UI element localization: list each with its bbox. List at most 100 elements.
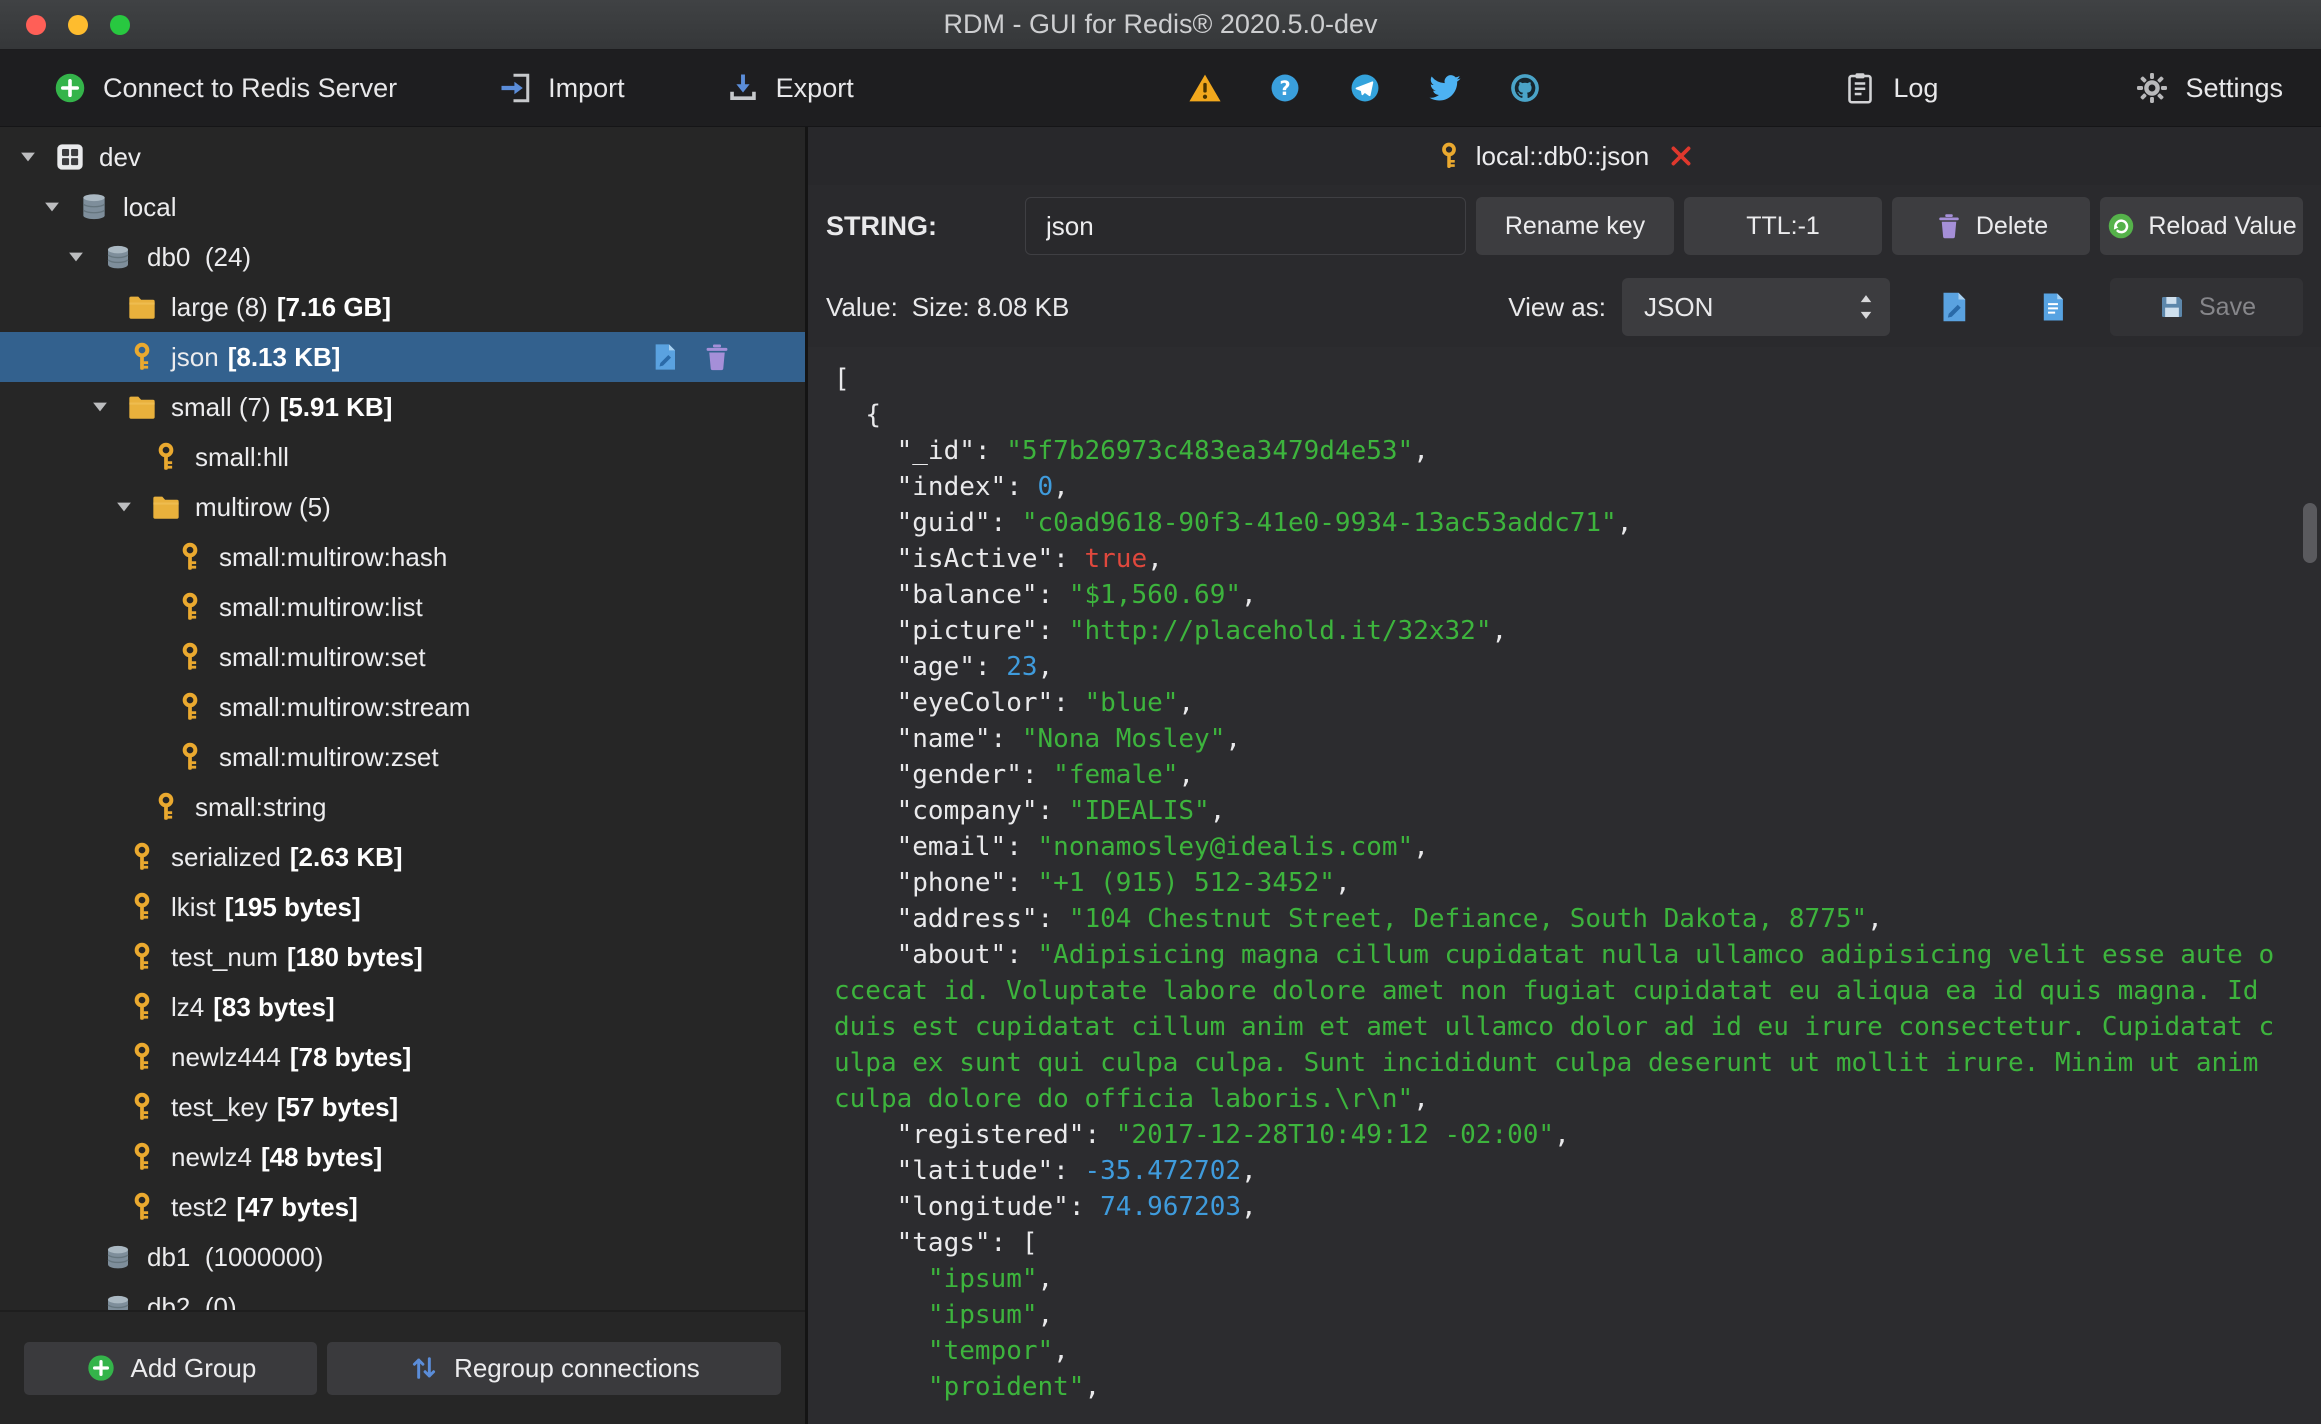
json-line: "address": "104 Chestnut Street, Defianc… bbox=[834, 904, 1883, 934]
rename-key-button[interactable]: Rename key bbox=[1476, 197, 1674, 255]
save-button[interactable]: Save bbox=[2110, 278, 2303, 336]
warning-icon[interactable] bbox=[1188, 71, 1222, 105]
edit-key-icon[interactable] bbox=[649, 341, 681, 373]
expander-icon[interactable] bbox=[42, 196, 72, 218]
tree-item[interactable]: test_key [57 bytes] bbox=[0, 1082, 805, 1132]
grid-icon bbox=[54, 141, 86, 173]
tree-item[interactable]: newlz4 [48 bytes] bbox=[0, 1132, 805, 1182]
tree-item[interactable]: small:multirow:list bbox=[0, 582, 805, 632]
tree-item-size: [48 bytes] bbox=[260, 1141, 383, 1172]
json-line: "ipsum", bbox=[834, 1264, 1054, 1294]
json-line: "tempor", bbox=[834, 1336, 1069, 1366]
tree-item-size: [180 bytes] bbox=[286, 941, 423, 972]
tree-item-size: [83 bytes] bbox=[213, 991, 335, 1022]
open-in-editor-icon[interactable] bbox=[1936, 289, 1972, 325]
view-as-label: View as: bbox=[1508, 291, 1606, 322]
tree-item[interactable]: small:string bbox=[0, 782, 805, 832]
view-as-select[interactable]: JSON bbox=[1622, 278, 1890, 336]
tree-item-label: lz4 bbox=[171, 991, 205, 1022]
tab-bar: local::db0::json bbox=[808, 127, 2321, 185]
tree-item[interactable]: small:hll bbox=[0, 432, 805, 482]
tree-item[interactable]: db0 (24) bbox=[0, 232, 805, 282]
tree-item[interactable]: test_num [180 bytes] bbox=[0, 932, 805, 982]
key-name-input[interactable] bbox=[1025, 197, 1466, 255]
json-line: "ipsum", bbox=[834, 1300, 1054, 1330]
close-tab-icon[interactable] bbox=[1667, 142, 1695, 170]
json-line: "_id": "5f7b26973c483ea3479d4e53", bbox=[834, 436, 1429, 466]
scrollbar-thumb[interactable] bbox=[2303, 503, 2317, 563]
tree-item[interactable]: db2 (0) bbox=[0, 1282, 805, 1310]
vertical-scrollbar[interactable] bbox=[2301, 479, 2319, 1420]
expander-icon[interactable] bbox=[18, 146, 48, 168]
add-group-button[interactable]: Add Group bbox=[24, 1341, 317, 1395]
expander-icon[interactable] bbox=[66, 246, 96, 268]
close-window-button[interactable] bbox=[26, 14, 46, 35]
json-line: "tags": [ bbox=[834, 1228, 1038, 1258]
telegram-icon[interactable] bbox=[1348, 71, 1382, 105]
zoom-window-button[interactable] bbox=[110, 14, 130, 35]
tree-item[interactable]: newlz444 [78 bytes] bbox=[0, 1032, 805, 1082]
regroup-label: Regroup connections bbox=[454, 1352, 700, 1383]
connect-to-redis-server-button[interactable]: Connect to Redis Server bbox=[52, 70, 397, 106]
tree-item[interactable]: small:multirow:zset bbox=[0, 732, 805, 782]
tab-local-db0-json[interactable]: local::db0::json bbox=[1434, 141, 1695, 172]
help-icon[interactable]: ? bbox=[1268, 71, 1302, 105]
key-icon bbox=[126, 891, 158, 923]
key-icon bbox=[126, 1091, 158, 1123]
delete-key-button[interactable]: Delete bbox=[1892, 197, 2090, 255]
json-line: "latitude": -35.472702, bbox=[834, 1156, 1257, 1186]
tree-item[interactable]: small:multirow:set bbox=[0, 632, 805, 682]
json-line: "age": 23, bbox=[834, 652, 1054, 682]
export-icon bbox=[725, 70, 761, 106]
tree-item[interactable]: local bbox=[0, 182, 805, 232]
tree-item[interactable]: db1 (1000000) bbox=[0, 1232, 805, 1282]
settings-button[interactable]: Settings bbox=[2134, 70, 2283, 106]
key-icon bbox=[174, 741, 206, 773]
key-icon bbox=[126, 1141, 158, 1173]
key-icon bbox=[150, 791, 182, 823]
tree-item[interactable]: small (7) [5.91 KB] bbox=[0, 382, 805, 432]
svg-text:?: ? bbox=[1279, 77, 1290, 100]
tree-item[interactable]: serialized [2.63 KB] bbox=[0, 832, 805, 882]
json-line: "picture": "http://placehold.it/32x32", bbox=[834, 616, 1508, 646]
key-icon bbox=[174, 691, 206, 723]
delete-key-icon[interactable] bbox=[701, 341, 733, 373]
expander-icon[interactable] bbox=[114, 496, 144, 518]
tree-item[interactable]: small:multirow:stream bbox=[0, 682, 805, 732]
tree-item[interactable]: json [8.13 KB] bbox=[0, 332, 805, 382]
tree-item[interactable]: large (8) [7.16 GB] bbox=[0, 282, 805, 332]
log-button[interactable]: Log bbox=[1842, 70, 1938, 106]
key-icon bbox=[126, 841, 158, 873]
view-document-icon[interactable] bbox=[2036, 289, 2070, 325]
twitter-icon[interactable] bbox=[1428, 71, 1462, 105]
tree-item[interactable]: multirow (5) bbox=[0, 482, 805, 532]
tree-item[interactable]: dev bbox=[0, 132, 805, 182]
import-button[interactable]: Import bbox=[497, 70, 625, 106]
folder-icon bbox=[126, 291, 158, 323]
json-line: "registered": "2017-12-28T10:49:12 -02:0… bbox=[834, 1120, 1570, 1150]
tree-item[interactable]: small:multirow:hash bbox=[0, 532, 805, 582]
tree-item[interactable]: lz4 [83 bytes] bbox=[0, 982, 805, 1032]
minimize-window-button[interactable] bbox=[68, 14, 88, 35]
stack-icon bbox=[78, 191, 110, 223]
ttl-button[interactable]: TTL:-1 bbox=[1684, 197, 1882, 255]
toolbar: Connect to Redis Server Import Export ? … bbox=[0, 50, 2321, 127]
export-button[interactable]: Export bbox=[725, 70, 854, 106]
reload-value-button[interactable]: Reload Value bbox=[2100, 197, 2303, 255]
github-icon[interactable] bbox=[1508, 71, 1542, 105]
main-panel: local::db0::json STRING: Rename key TTL:… bbox=[808, 127, 2321, 1424]
reload-icon bbox=[2106, 211, 2136, 241]
regroup-connections-button[interactable]: Regroup connections bbox=[326, 1341, 781, 1395]
tree-item-label: json bbox=[171, 341, 219, 372]
key-icon bbox=[174, 541, 206, 573]
tree-item[interactable]: lkist [195 bytes] bbox=[0, 882, 805, 932]
key-icon bbox=[174, 641, 206, 673]
tree-item[interactable]: test2 [47 bytes] bbox=[0, 1182, 805, 1232]
json-viewer[interactable]: [ { "_id": "5f7b26973c483ea3479d4e53", "… bbox=[808, 347, 2321, 1424]
expander-icon[interactable] bbox=[90, 396, 120, 418]
